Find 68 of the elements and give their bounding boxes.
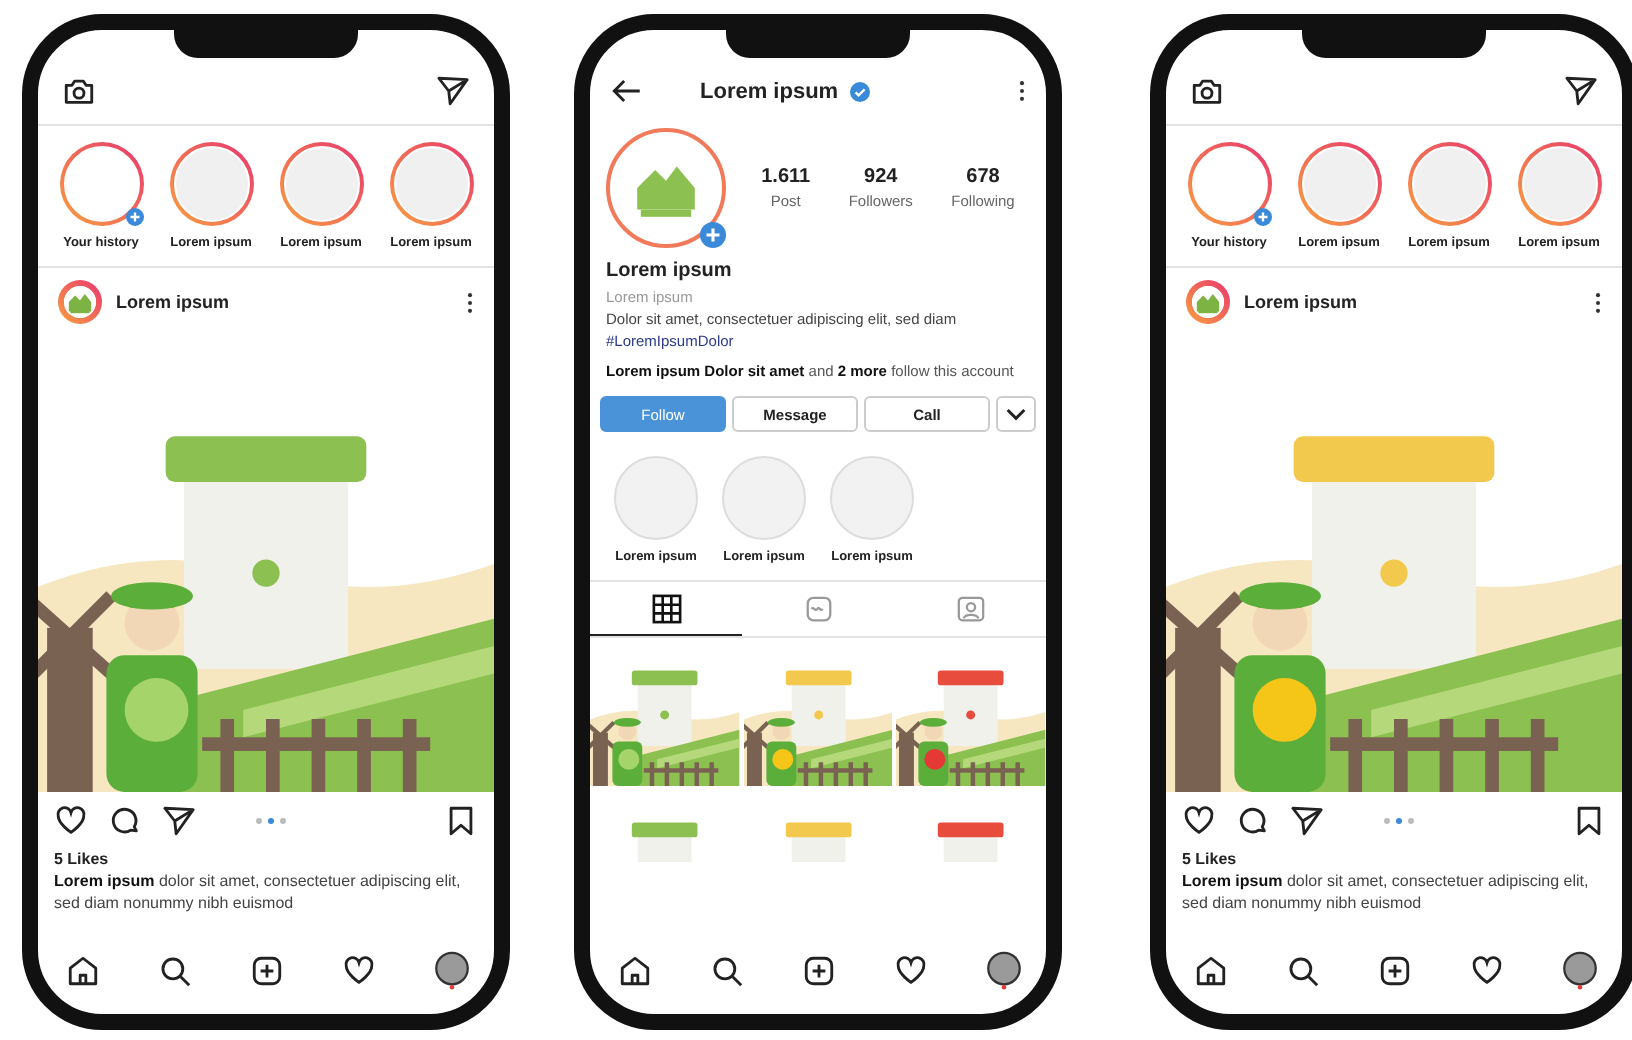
logo-icon	[64, 286, 96, 318]
stat-value: 1.611	[761, 166, 811, 188]
carousel-dot[interactable]	[1407, 818, 1413, 824]
story-avatar[interactable]	[1297, 142, 1381, 226]
send-icon[interactable]	[162, 804, 196, 838]
reels-icon	[803, 594, 833, 624]
plus-icon[interactable]	[125, 208, 143, 226]
post-caption: Lorem ipsum dolor sit amet, consectetuer adipiscing elit, sed diam nonummy nibh euismod	[52, 870, 463, 914]
send-icon[interactable]	[1290, 804, 1324, 838]
heart-icon[interactable]	[894, 953, 928, 987]
author-name[interactable]: Lorem ipsum	[116, 292, 452, 312]
search-icon[interactable]	[710, 953, 744, 987]
story-avatar[interactable]	[389, 142, 473, 226]
carousel-dot[interactable]	[255, 818, 261, 824]
more-icon[interactable]	[1594, 291, 1602, 313]
avatar-icon[interactable]	[434, 950, 470, 990]
stat-value: 924	[864, 166, 898, 188]
more-icon[interactable]	[466, 291, 474, 313]
home-icon[interactable]	[66, 953, 100, 987]
back-icon[interactable]	[610, 74, 644, 108]
chevron-down-icon	[1006, 407, 1026, 421]
likes-count: 5 Likes	[52, 848, 111, 870]
avatar-icon[interactable]	[986, 950, 1022, 990]
post-caption: Lorem ipsum dolor sit amet, consectetuer adipiscing elit, sed diam nonummy nibh euismod	[1180, 870, 1591, 914]
grid-icon	[651, 594, 681, 624]
stat-value: 678	[966, 166, 1000, 188]
story-avatar[interactable]	[1187, 142, 1271, 226]
avatar[interactable]	[58, 280, 102, 324]
avatar-icon[interactable]	[1562, 950, 1598, 990]
camera-icon[interactable]	[1190, 74, 1224, 108]
add-icon[interactable]	[802, 953, 836, 987]
add-icon[interactable]	[1378, 953, 1412, 987]
plus-icon[interactable]	[1253, 208, 1271, 226]
search-icon[interactable]	[158, 953, 192, 987]
heart-icon[interactable]	[1470, 953, 1504, 987]
heart-icon[interactable]	[1182, 804, 1216, 838]
camera-icon[interactable]	[62, 74, 96, 108]
bookmark-icon[interactable]	[1572, 804, 1606, 838]
more-icon[interactable]	[1018, 80, 1026, 102]
heart-icon[interactable]	[54, 804, 88, 838]
story-avatar[interactable]	[59, 142, 143, 226]
carousel-dot[interactable]	[1383, 818, 1389, 824]
story-avatar[interactable]	[169, 142, 253, 226]
author-name[interactable]: Lorem ipsum	[1244, 292, 1580, 312]
search-icon[interactable]	[1286, 953, 1320, 987]
tagged-icon	[955, 594, 985, 624]
heart-icon[interactable]	[342, 953, 376, 987]
avatar[interactable]	[1186, 280, 1230, 324]
story-avatar[interactable]	[279, 142, 363, 226]
profile-name: Lorem ipsum	[604, 258, 734, 286]
send-icon[interactable]	[436, 74, 470, 108]
carousel-dot[interactable]	[279, 818, 285, 824]
home-icon[interactable]	[618, 953, 652, 987]
carousel-dot[interactable]	[267, 818, 273, 824]
plus-icon[interactable]	[700, 222, 726, 248]
dropdown-button[interactable]	[996, 396, 1036, 432]
send-icon[interactable]	[1564, 74, 1598, 108]
home-icon[interactable]	[1194, 953, 1228, 987]
bookmark-icon[interactable]	[444, 804, 478, 838]
story-avatar[interactable]	[1407, 142, 1491, 226]
profile-title: Lorem ipsum	[700, 79, 839, 103]
comment-icon[interactable]	[1236, 804, 1270, 838]
story-avatar[interactable]	[1517, 142, 1601, 226]
likes-count: 5 Likes	[1180, 848, 1239, 870]
add-icon[interactable]	[250, 953, 284, 987]
carousel-dot[interactable]	[1395, 818, 1401, 824]
comment-icon[interactable]	[108, 804, 142, 838]
logo-icon	[1192, 286, 1224, 318]
